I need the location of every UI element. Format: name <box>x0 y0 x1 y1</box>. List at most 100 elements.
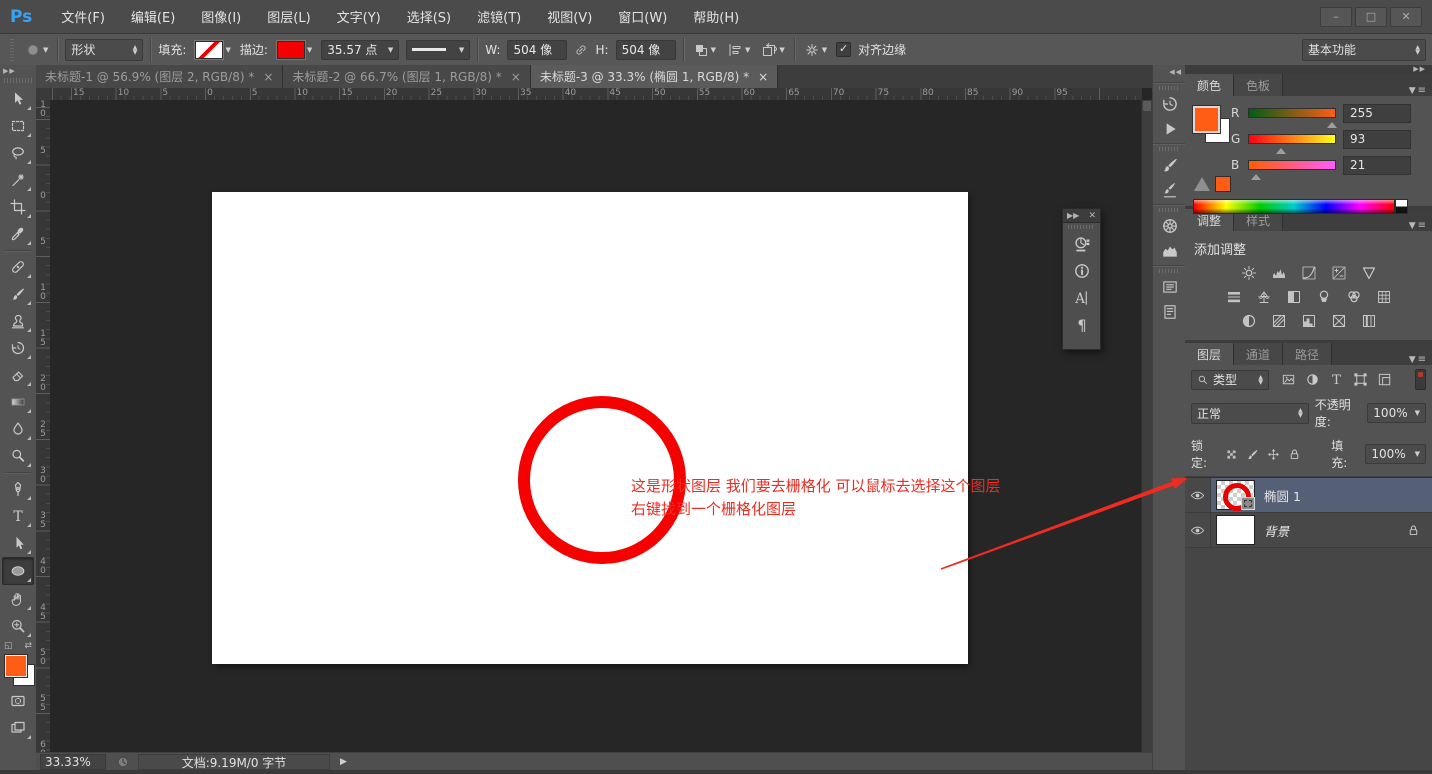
foreground-color-swatch[interactable] <box>5 655 27 677</box>
eraser-tool[interactable] <box>3 362 33 388</box>
screen-mode-button[interactable] <box>3 715 33 741</box>
layer-thumbnail[interactable] <box>1216 480 1255 510</box>
minimize-button[interactable]: – <box>1320 7 1352 27</box>
fill-opacity-field[interactable]: 100% ▼ <box>1365 444 1426 464</box>
document-tab[interactable]: 未标题-2 @ 66.7% (图层 1, RGB/8) *× <box>283 65 530 88</box>
black-white-adjustment-icon[interactable] <box>1283 288 1304 305</box>
lasso-tool[interactable] <box>3 140 33 166</box>
panel-tab[interactable]: 色板 <box>1234 74 1283 96</box>
channel-slider[interactable] <box>1248 108 1336 118</box>
menu-item[interactable]: 图像(I) <box>188 0 254 33</box>
pen-tool[interactable] <box>3 476 33 502</box>
zoom-level-field[interactable]: 33.33% <box>40 754 106 770</box>
tool-preset-picker[interactable]: ▼ <box>23 41 50 59</box>
posterize-adjustment-icon[interactable] <box>1268 312 1289 329</box>
history-brush-tool[interactable] <box>3 335 33 361</box>
channel-slider[interactable] <box>1248 160 1336 170</box>
status-options-button[interactable]: ▶ <box>340 757 347 767</box>
exposure-adjustment-icon[interactable] <box>1328 264 1349 281</box>
tab-close-icon[interactable]: × <box>758 70 768 84</box>
foreground-color-well[interactable] <box>1193 106 1220 133</box>
menu-item[interactable]: 文字(Y) <box>324 0 394 33</box>
menu-item[interactable]: 选择(S) <box>394 0 464 33</box>
actions-panel-icon[interactable] <box>1157 117 1183 141</box>
history-panel-icon[interactable] <box>1157 92 1183 116</box>
workspace-switcher[interactable]: 基本功能 ▲▼ <box>1302 39 1426 61</box>
shape-layer-filter-icon[interactable] <box>1353 372 1368 387</box>
path-arrangement-button[interactable]: ▼ <box>759 41 786 59</box>
curves-adjustment-icon[interactable] <box>1298 264 1319 281</box>
hue-saturation-adjustment-icon[interactable] <box>1223 288 1244 305</box>
geometry-options-button[interactable]: ▼ <box>802 41 829 59</box>
levels-adjustment-icon[interactable] <box>1268 264 1289 281</box>
menu-item[interactable]: 编辑(E) <box>118 0 188 33</box>
clone-stamp-tool[interactable] <box>3 308 33 334</box>
panel-tab[interactable]: 通道 <box>1234 343 1283 365</box>
fill-swatch[interactable]: ▼ <box>193 40 232 60</box>
document-canvas[interactable] <box>212 192 968 664</box>
layer-name[interactable]: 背景 <box>1264 521 1289 540</box>
navigator-panel-icon[interactable] <box>1157 214 1183 238</box>
photo-filter-adjustment-icon[interactable] <box>1313 288 1334 305</box>
panel-tab[interactable]: 路径 <box>1283 343 1332 365</box>
path-operations-button[interactable]: ▼ <box>691 41 718 59</box>
adjustment-layer-filter-icon[interactable] <box>1305 372 1320 387</box>
channel-mixer-adjustment-icon[interactable] <box>1343 288 1364 305</box>
dock-collapse-button[interactable]: ◀◀ <box>1153 65 1186 80</box>
tab-close-icon[interactable]: × <box>511 70 521 84</box>
healing-brush-tool[interactable] <box>3 254 33 280</box>
menu-item[interactable]: 文件(F) <box>48 0 118 33</box>
close-button[interactable]: ✕ <box>1390 7 1422 27</box>
eyedropper-tool[interactable] <box>3 221 33 247</box>
height-field[interactable]: 504 像 <box>616 40 676 60</box>
panel-menu-icon[interactable]: ▼≡ <box>1409 354 1432 365</box>
layer-filtering-toggle[interactable] <box>1415 369 1426 390</box>
width-field[interactable]: 504 像 <box>507 40 567 60</box>
stroke-type-select[interactable]: ▼ <box>406 40 470 60</box>
link-dimensions-icon[interactable] <box>574 43 588 57</box>
layer-filter-type-select[interactable]: 类型 ▲▼ <box>1191 370 1269 390</box>
menu-item[interactable]: 滤镜(T) <box>464 0 534 33</box>
type-layer-filter-icon[interactable]: T <box>1329 372 1344 387</box>
panel-tab[interactable]: 颜色 <box>1185 74 1234 96</box>
pixel-layer-filter-icon[interactable] <box>1281 372 1296 387</box>
scrollbar-thumb[interactable] <box>1143 101 1151 111</box>
panel-menu-icon[interactable]: ▼≡ <box>1409 220 1432 231</box>
magic-wand-tool[interactable] <box>3 167 33 193</box>
close-panel-icon[interactable]: ✕ <box>1088 211 1096 221</box>
layer-visibility-eye-icon[interactable] <box>1185 478 1211 512</box>
color-spectrum-ramp[interactable] <box>1193 199 1395 214</box>
info-panel-icon[interactable] <box>1069 259 1095 283</box>
character-panel-icon[interactable]: A <box>1069 286 1095 310</box>
gradient-tool[interactable] <box>3 389 33 415</box>
histogram-panel-icon[interactable] <box>1157 239 1183 263</box>
blend-mode-select[interactable]: 正常 ▲▼ <box>1191 403 1309 424</box>
gradient-map-adjustment-icon[interactable] <box>1328 312 1349 329</box>
align-edges-checkbox[interactable]: ✓ <box>836 42 851 57</box>
layer-row[interactable]: 椭圆 1 <box>1185 478 1432 513</box>
type-tool[interactable]: T <box>3 503 33 529</box>
crop-tool[interactable] <box>3 194 33 220</box>
smart-object-filter-icon[interactable] <box>1377 372 1392 387</box>
layer-comps-panel-icon[interactable] <box>1157 275 1183 299</box>
default-swap-colors[interactable]: ◱ ⇄ <box>4 641 32 651</box>
path-alignment-button[interactable]: ▼ <box>725 41 752 59</box>
lock-transparency-icon[interactable] <box>1225 448 1238 461</box>
zoom-tool[interactable] <box>3 613 33 639</box>
brush-presets-panel-icon[interactable] <box>1157 178 1183 202</box>
invert-adjustment-icon[interactable] <box>1238 312 1259 329</box>
gamut-warning[interactable] <box>1194 176 1231 192</box>
toolbox-collapse-button[interactable]: ▶▶ <box>0 65 36 77</box>
clone-source-panel-icon[interactable] <box>1069 232 1095 256</box>
slider-handle-icon[interactable] <box>1251 169 1261 180</box>
brightness-contrast-adjustment-icon[interactable] <box>1238 264 1259 281</box>
hand-tool[interactable] <box>3 586 33 612</box>
layer-visibility-eye-icon[interactable] <box>1185 513 1211 547</box>
layer-name[interactable]: 椭圆 1 <box>1264 486 1301 505</box>
marquee-tool[interactable] <box>3 113 33 139</box>
document-tab[interactable]: 未标题-1 @ 56.9% (图层 2, RGB/8) *× <box>36 65 283 88</box>
maximize-button[interactable]: □ <box>1355 7 1387 27</box>
menu-item[interactable]: 图层(L) <box>254 0 323 33</box>
quick-mask-button[interactable] <box>3 688 33 714</box>
menu-item[interactable]: 视图(V) <box>534 0 605 33</box>
